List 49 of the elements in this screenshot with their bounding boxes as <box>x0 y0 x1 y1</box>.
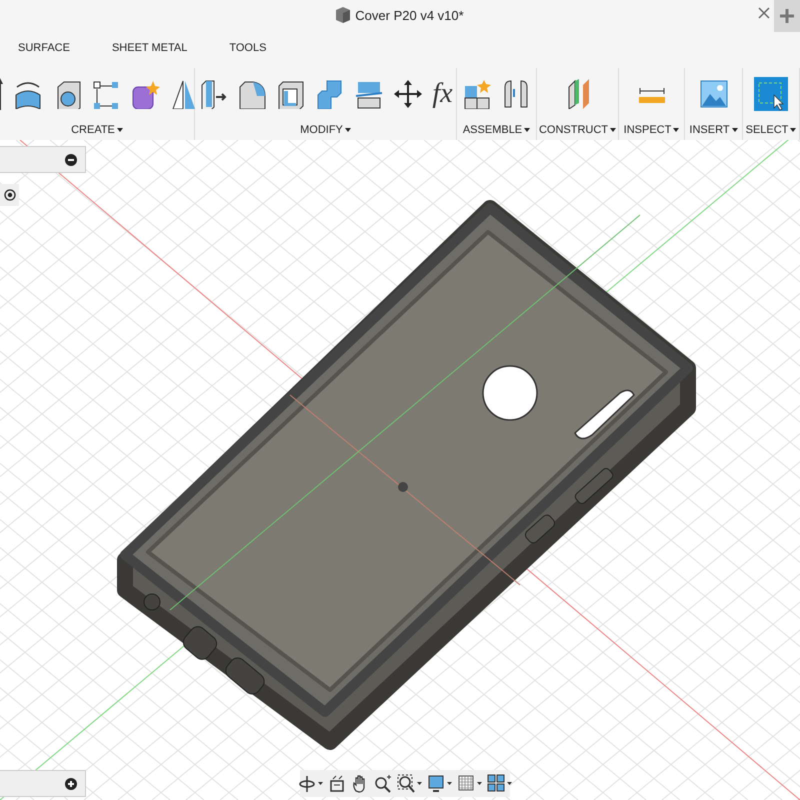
caret-icon[interactable] <box>318 782 323 785</box>
caret-icon <box>610 128 616 132</box>
target-button[interactable] <box>0 184 19 206</box>
expand-icon[interactable] <box>65 778 77 790</box>
ribbon-tab[interactable]: TOOLS <box>221 38 274 60</box>
cube-icon <box>336 7 350 23</box>
window-title: Cover P20 v4 v10* <box>355 8 464 22</box>
split-body-icon[interactable] <box>354 79 384 109</box>
select-window-icon[interactable] <box>754 77 788 111</box>
zoom-icon[interactable] <box>374 774 392 793</box>
look-at-icon[interactable] <box>328 774 346 793</box>
group-dropdown[interactable]: CREATE <box>71 124 123 140</box>
target-icon <box>4 189 16 201</box>
formula-tool[interactable]: fx <box>432 80 453 108</box>
fillet-icon[interactable] <box>237 79 268 109</box>
caret-icon <box>732 128 738 132</box>
caret-icon <box>673 128 680 132</box>
viewports-icon[interactable] <box>487 774 505 793</box>
orbit-icon[interactable] <box>298 774 316 793</box>
caret-icon <box>524 128 530 132</box>
display-settings-icon[interactable] <box>427 774 445 793</box>
image-icon[interactable] <box>698 79 728 109</box>
group-dropdown[interactable]: INSPECT <box>624 124 680 140</box>
group-dropdown[interactable]: INSERT <box>689 124 738 140</box>
form-icon[interactable] <box>130 79 160 109</box>
revolve-icon[interactable] <box>12 79 42 109</box>
new-tab-button[interactable] <box>774 0 800 32</box>
plus-icon <box>780 9 794 23</box>
group-dropdown[interactable]: ASSEMBLE <box>462 124 530 140</box>
group-dropdown[interactable]: CONSTRUCT <box>538 124 616 140</box>
caret-icon[interactable] <box>447 782 452 785</box>
pattern-icon[interactable] <box>90 79 120 109</box>
ribbon-tab[interactable]: SURFACE <box>10 38 78 60</box>
caret-icon <box>790 128 796 132</box>
caret-icon[interactable] <box>507 782 512 785</box>
close-icon <box>758 7 770 19</box>
group-dropdown[interactable]: MODIFY <box>300 124 351 140</box>
caret-icon[interactable] <box>417 782 422 785</box>
group-dropdown[interactable]: SELECT <box>746 124 796 140</box>
caret-icon <box>116 128 123 132</box>
shell-icon[interactable] <box>276 79 306 109</box>
caret-icon <box>344 128 351 132</box>
zoom-window-icon[interactable] <box>397 774 415 793</box>
collapse-icon[interactable] <box>65 154 77 166</box>
grid-icon[interactable] <box>457 774 475 793</box>
ribbon-tab[interactable]: SHEET METAL <box>104 38 196 60</box>
caret-icon[interactable] <box>477 782 482 785</box>
new-component-icon[interactable] <box>462 79 492 109</box>
move-arrows-icon[interactable] <box>393 79 424 109</box>
